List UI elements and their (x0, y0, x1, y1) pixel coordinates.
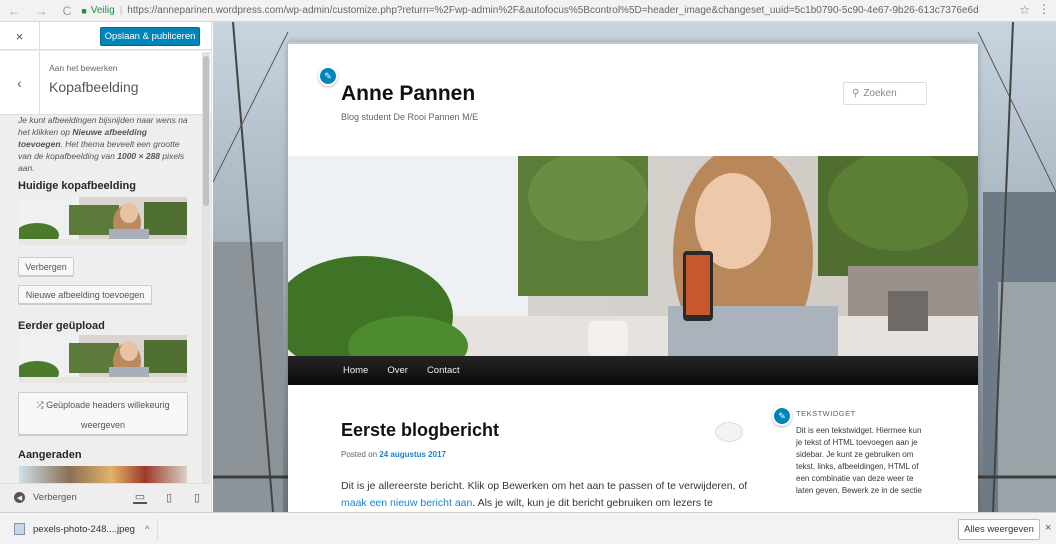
publish-button[interactable]: Opslaan & publiceren (100, 27, 200, 46)
hide-header-button[interactable]: Verbergen (18, 257, 74, 276)
site-page: ✎ Anne Pannen Blog student De Rooi Panne… (288, 42, 978, 512)
mobile-preview-icon[interactable]: ▯ (190, 490, 204, 504)
uploaded-heading: Eerder geüpload (18, 320, 105, 332)
header-image-description: Je kunt afbeeldingen bijsnijden naar wen… (18, 115, 188, 173)
collapse-icon[interactable]: ◀ (14, 492, 25, 503)
uploaded-header-thumbnail[interactable] (19, 335, 187, 383)
widget-text: Dit is een tekstwidget. Hiermee kun je t… (796, 426, 922, 495)
close-icon[interactable]: × (1045, 522, 1051, 534)
download-item[interactable]: pexels-photo-248....jpeg ^ (8, 518, 158, 540)
current-header-heading: Huidige kopafbeelding (18, 180, 136, 192)
nav-item-over[interactable]: Over (387, 365, 408, 376)
suggested-heading: Aangeraden (18, 449, 82, 461)
hide-controls-button[interactable]: Verbergen (33, 492, 77, 503)
current-header-thumbnail[interactable] (19, 197, 187, 245)
bookmark-star-icon[interactable]: ☆ (1019, 3, 1030, 17)
shuffle-icon: ⤮ (36, 400, 44, 410)
image-file-icon (14, 523, 25, 535)
sidebar-scrollbar[interactable] (202, 52, 210, 507)
customizer-sidebar: × Opslaan & publiceren ‹ Aan het bewerke… (0, 22, 212, 512)
browser-toolbar: ← → C ■ Veilig | https://anneparinen.wor… (0, 0, 1056, 22)
chevron-up-icon[interactable]: ^ (145, 524, 149, 534)
new-post-link[interactable]: maak een nieuw bericht aan (341, 497, 472, 509)
back-arrow-icon[interactable]: ‹ (0, 51, 40, 115)
search-icon: ⚲ (852, 88, 860, 99)
widget-edit-pencil-icon[interactable]: ✎ (772, 406, 792, 426)
header-image (288, 156, 978, 356)
site-title[interactable]: Anne Pannen (341, 82, 475, 106)
lock-icon: ■ (81, 5, 87, 16)
widget-title: TEKSTWIDGET (796, 409, 856, 418)
nav-item-contact[interactable]: Contact (427, 365, 460, 376)
scrollbar-thumb[interactable] (203, 56, 209, 206)
address-bar[interactable]: https://anneparinen.wordpress.com/wp-adm… (127, 5, 978, 16)
section-title: Kopafbeelding (49, 79, 139, 95)
show-all-downloads-button[interactable]: Alles weergeven (958, 519, 1040, 540)
tablet-preview-icon[interactable]: ▯ (162, 490, 176, 504)
download-bar: pexels-photo-248....jpeg ^ Alles weergev… (0, 512, 1056, 544)
main-navigation: Home Over Contact (288, 356, 978, 385)
site-preview: ✎ Anne Pannen Blog student De Rooi Panne… (213, 22, 1056, 512)
secure-label: Veilig (90, 5, 115, 16)
download-file-name: pexels-photo-248....jpeg (33, 523, 135, 535)
search-input[interactable]: ⚲ Zoeken (843, 82, 927, 105)
comment-bubble-icon[interactable] (715, 422, 743, 442)
post-content: Dit is je allereerste bericht. Klik op B… (341, 480, 748, 509)
post-date-link[interactable]: 24 augustus 2017 (379, 450, 446, 459)
post-meta: Posted on 24 augustus 2017 (341, 450, 446, 459)
section-header: ‹ Aan het bewerken Kopafbeelding (0, 51, 211, 115)
customizer-header: × Opslaan & publiceren (0, 22, 211, 50)
browser-nav-buttons[interactable]: ← → C (8, 4, 77, 18)
add-new-image-button[interactable]: Nieuwe afbeelding toevoegen (18, 285, 152, 304)
site-description: Blog student De Rooi Pannen M/E (341, 112, 479, 122)
nav-item-home[interactable]: Home (343, 365, 368, 376)
breadcrumb: Aan het bewerken (49, 63, 118, 73)
suggested-header-thumbnail[interactable] (19, 466, 187, 484)
desktop-preview-icon[interactable]: ▭ (133, 490, 147, 504)
post-title[interactable]: Eerste blogbericht (341, 420, 499, 441)
randomize-uploaded-button[interactable]: ⤮ Geüploade headers willekeurig weergeve… (18, 392, 188, 435)
close-icon[interactable]: × (0, 22, 40, 50)
customizer-footer: ◀ Verbergen ▭ ▯ ▯ (0, 483, 211, 512)
edit-shortcut-pencil-icon[interactable]: ✎ (318, 66, 338, 86)
browser-menu-icon[interactable]: ⋮ (1038, 2, 1050, 16)
